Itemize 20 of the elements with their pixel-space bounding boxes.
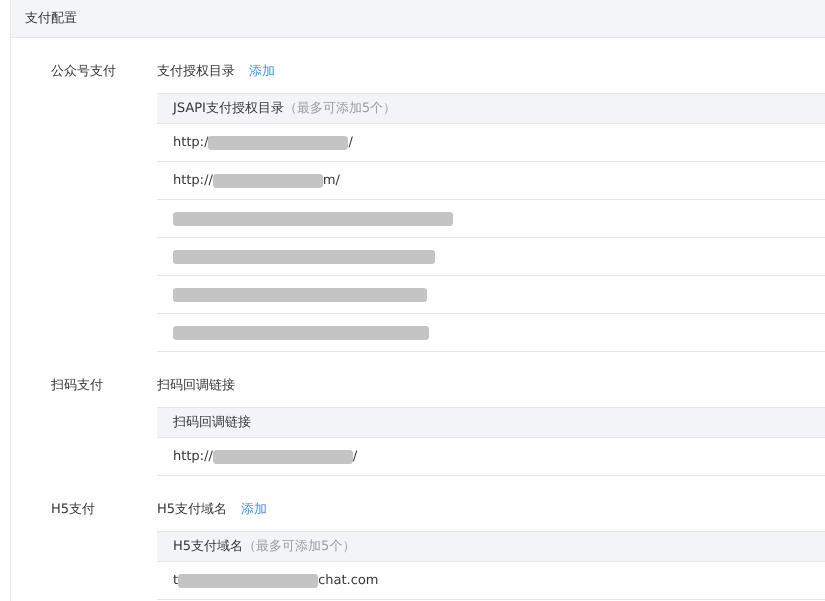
column-header: H5支付域名（最多可添加5个） bbox=[173, 538, 356, 556]
column-header: 扫码回调链接 bbox=[173, 414, 251, 432]
url-text: t bbox=[173, 572, 178, 590]
section-title: H5支付域名 bbox=[157, 501, 228, 520]
url-text: http:// bbox=[173, 172, 213, 190]
section-label: 公众号支付 bbox=[51, 64, 116, 79]
url-text: http:/ bbox=[173, 134, 208, 152]
add-link[interactable]: 添加 bbox=[249, 62, 275, 82]
section-label: 扫码支付 bbox=[51, 378, 103, 393]
url-text: / bbox=[352, 448, 358, 466]
url-text: / bbox=[348, 134, 353, 152]
url-text: chat.com bbox=[318, 572, 378, 590]
panel-title: 支付配置 bbox=[25, 10, 77, 28]
add-link[interactable]: 添加 bbox=[241, 500, 268, 520]
url-text: http:// bbox=[173, 448, 213, 466]
section-label: H5支付 bbox=[51, 502, 96, 517]
section-title: 扫码回调链接 bbox=[157, 377, 235, 396]
column-header: JSAPI支付授权目录（最多可添加5个） bbox=[173, 100, 396, 118]
section-title: 支付授权目录 bbox=[157, 63, 235, 82]
url-text: m/ bbox=[322, 172, 340, 190]
